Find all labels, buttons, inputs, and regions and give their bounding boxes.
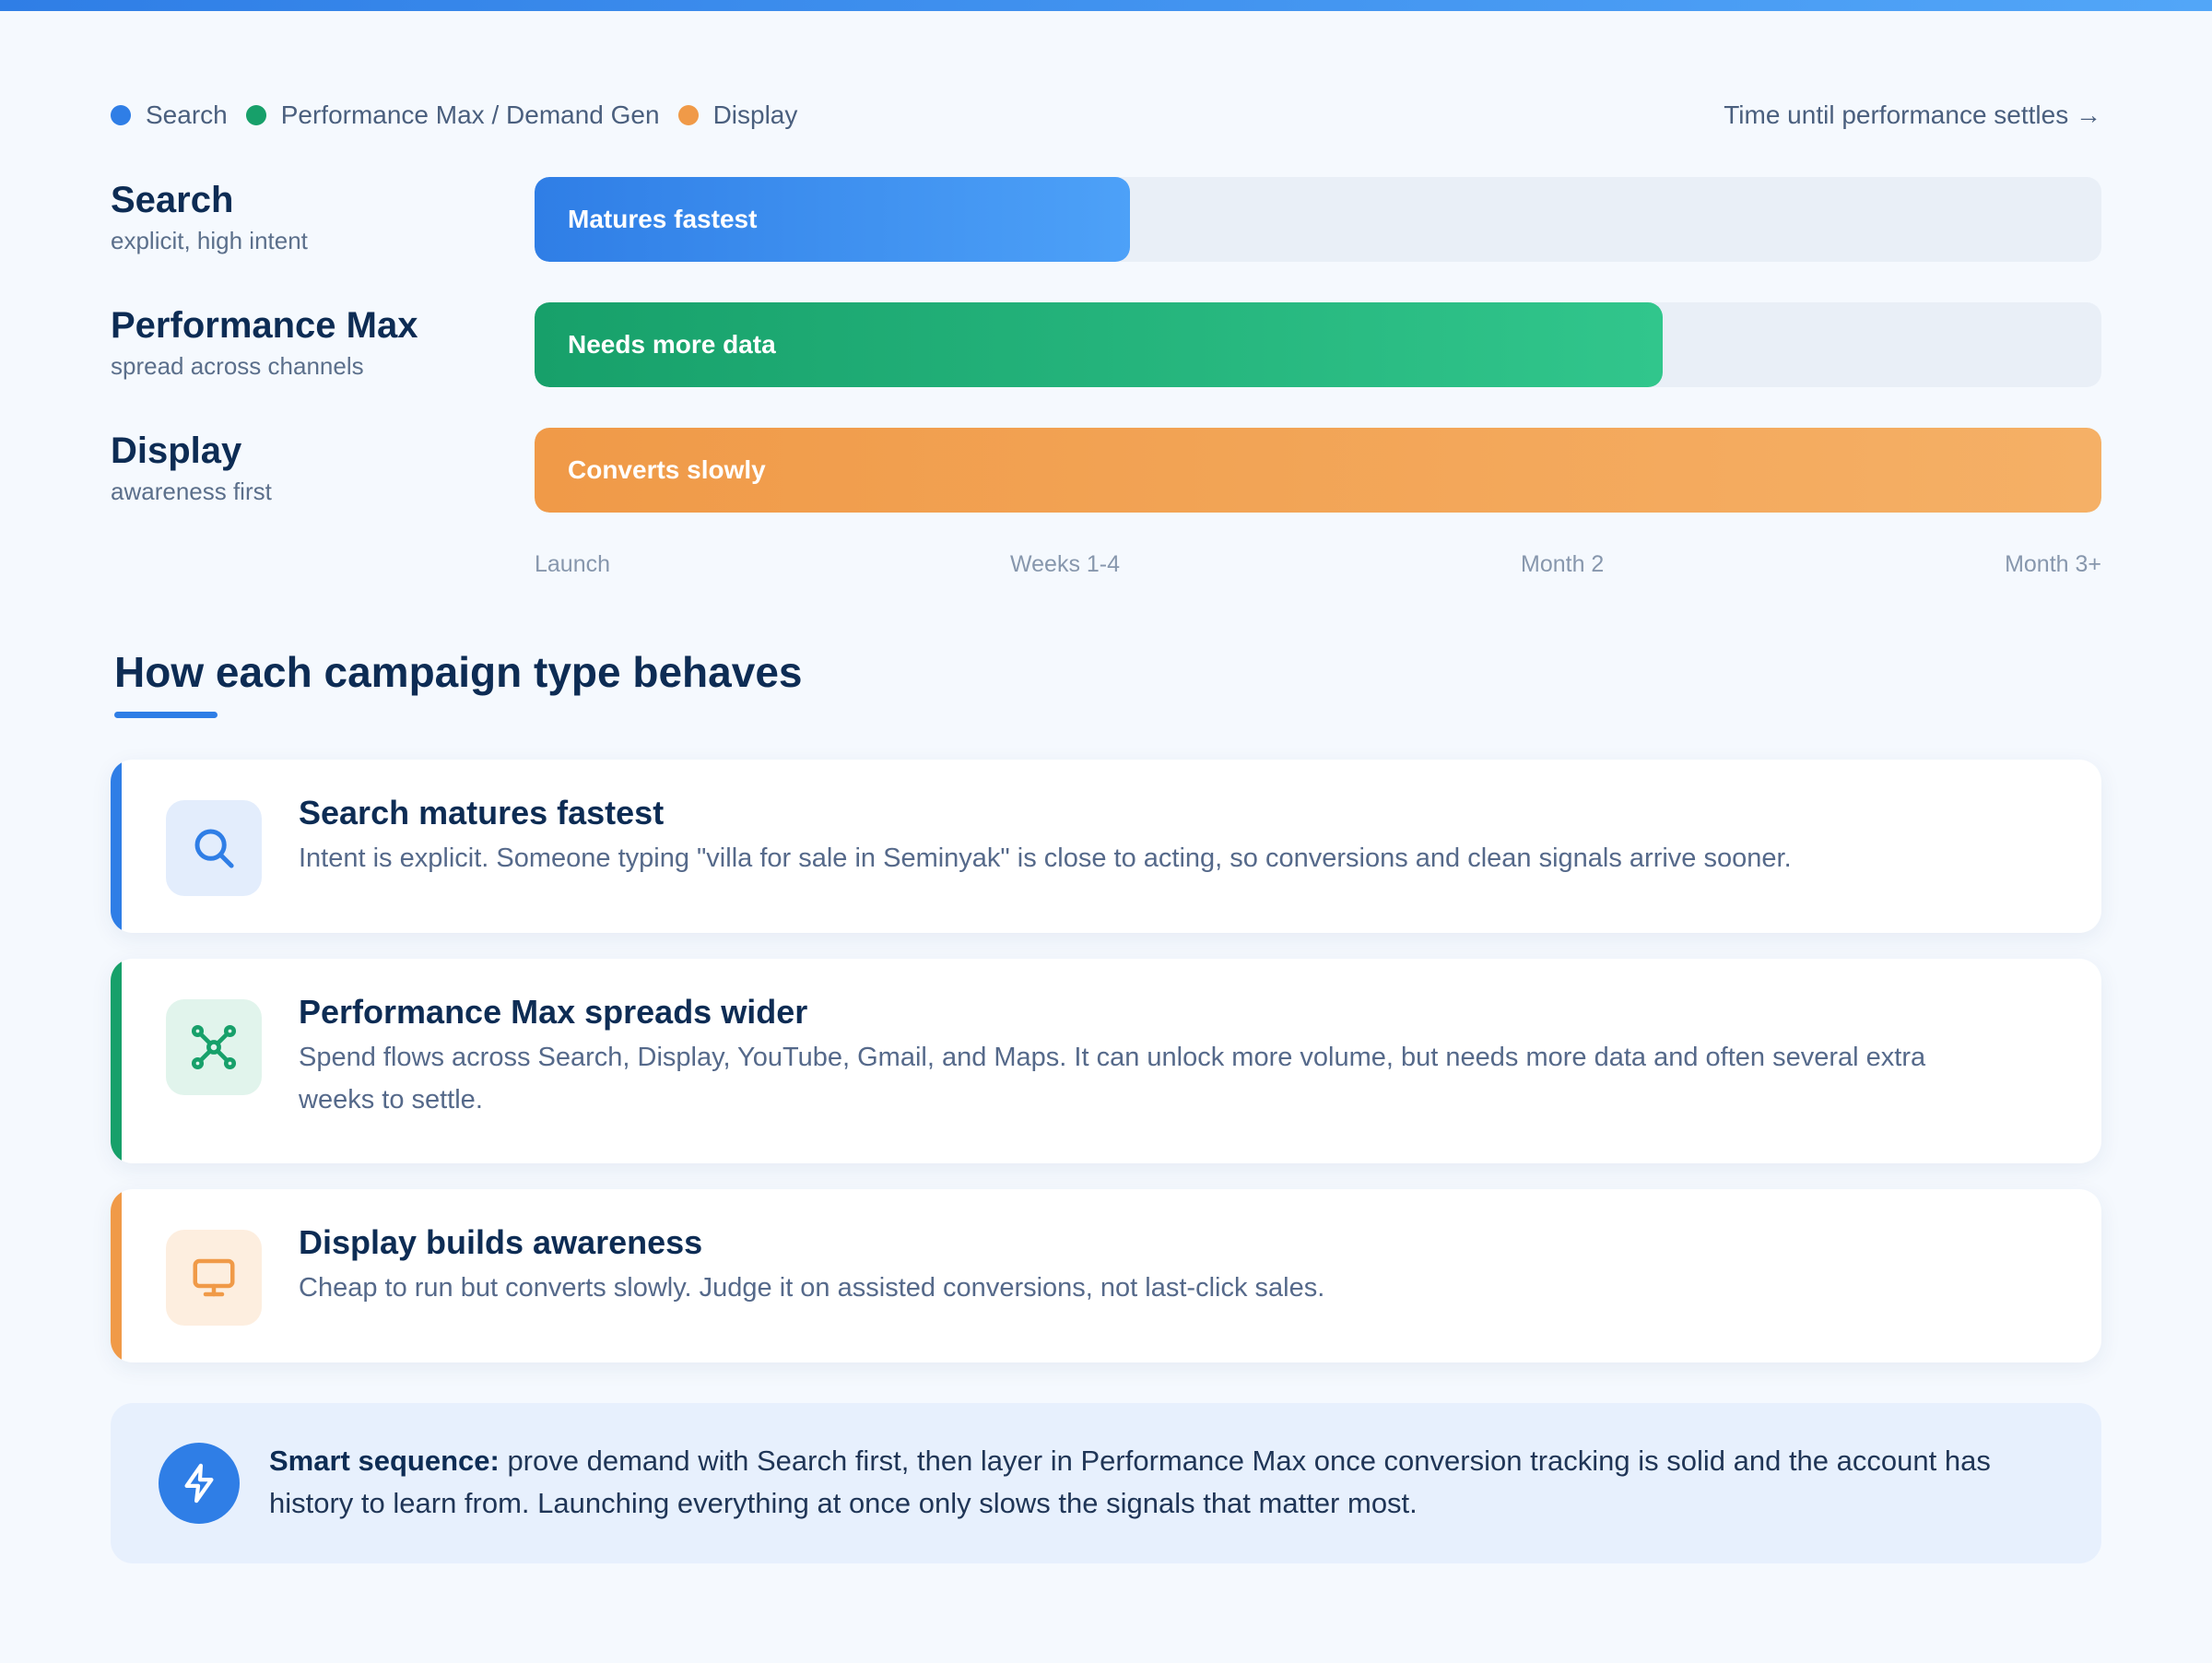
- top-accent-strip: [0, 0, 2212, 11]
- callout-strong: Smart sequence:: [269, 1445, 500, 1477]
- callout-text: Smart sequence: prove demand with Search…: [269, 1440, 2009, 1525]
- card-accent: [111, 760, 122, 933]
- callout-body: prove demand with Search first, then lay…: [269, 1445, 1991, 1519]
- card-body: Search matures fastest Intent is explici…: [299, 793, 2000, 879]
- row-label: Display awareness first: [111, 430, 272, 507]
- row-subtitle: explicit, high intent: [111, 227, 308, 254]
- row-title: Performance Max: [111, 305, 418, 346]
- axis-tick-month2: Month 2: [1521, 551, 1605, 577]
- row-subtitle: spread across channels: [111, 352, 364, 380]
- progress-fill-display: Converts slowly: [535, 428, 2101, 513]
- card-display: Display builds awareness Cheap to run bu…: [111, 1189, 2101, 1362]
- network-icon: [166, 999, 262, 1095]
- row-title: Search: [111, 180, 234, 220]
- legend-label: Performance Max / Demand Gen: [280, 100, 660, 129]
- axis-tick-month3: Month 3+: [2005, 551, 2101, 577]
- card-title: Display builds awareness: [299, 1223, 703, 1261]
- card-text: Intent is explicit. Someone typing "vill…: [299, 843, 1792, 873]
- lightning-icon: [159, 1443, 240, 1524]
- legend: Search Performance Max / Demand Gen Disp…: [111, 100, 816, 131]
- card-title: Performance Max spreads wider: [299, 993, 808, 1031]
- card-search: Search matures fastest Intent is explici…: [111, 760, 2101, 933]
- card-body: Performance Max spreads wider Spend flow…: [299, 992, 2000, 1121]
- card-body: Display builds awareness Cheap to run bu…: [299, 1222, 2000, 1309]
- bar-label: Converts slowly: [568, 455, 766, 484]
- card-pmax: Performance Max spreads wider Spend flow…: [111, 959, 2101, 1163]
- time-axis: Launch Weeks 1-4 Month 2 Month 3+: [535, 551, 2101, 581]
- legend-label: Display: [712, 100, 798, 129]
- row-label: Search explicit, high intent: [111, 179, 308, 256]
- progress-track: Converts slowly: [535, 428, 2101, 513]
- card-accent: [111, 1189, 122, 1362]
- legend-dot-pmax: [245, 105, 266, 125]
- legend-item-pmax: Performance Max / Demand Gen: [245, 100, 660, 130]
- bar-label: Matures fastest: [568, 205, 758, 233]
- row-label: Performance Max spread across channels: [111, 304, 418, 382]
- legend-label: Search: [146, 100, 228, 129]
- row-title: Display: [111, 430, 242, 471]
- axis-tick-weeks: Weeks 1-4: [1010, 551, 1121, 577]
- section-underline: [114, 712, 218, 718]
- card-text: Spend flows across Search, Display, YouT…: [299, 1043, 1926, 1115]
- progress-track: Matures fastest: [535, 177, 2101, 262]
- timeline-row-display: Display awareness first Converts slowly: [0, 428, 2212, 513]
- legend-item-search: Search: [111, 100, 228, 130]
- legend-dot-search: [111, 105, 131, 125]
- progress-track: Needs more data: [535, 302, 2101, 387]
- search-icon: [166, 800, 262, 896]
- progress-fill-search: Matures fastest: [535, 177, 1130, 262]
- card-text: Cheap to run but converts slowly. Judge …: [299, 1273, 1325, 1303]
- monitor-icon: [166, 1230, 262, 1326]
- card-title: Search matures fastest: [299, 794, 665, 832]
- progress-fill-pmax: Needs more data: [535, 302, 1663, 387]
- axis-tick-launch: Launch: [535, 551, 611, 577]
- row-subtitle: awareness first: [111, 478, 272, 505]
- timeline-row-search: Search explicit, high intent Matures fas…: [0, 177, 2212, 262]
- legend-dot-display: [677, 105, 699, 125]
- card-accent: [111, 959, 122, 1163]
- timeline-row-pmax: Performance Max spread across channels N…: [0, 302, 2212, 387]
- bar-label: Needs more data: [568, 330, 776, 359]
- section-title: How each campaign type behaves: [114, 648, 803, 696]
- time-axis-note: Time until performance settles →: [1724, 100, 2101, 129]
- smart-sequence-callout: Smart sequence: prove demand with Search…: [111, 1403, 2101, 1563]
- legend-item-display: Display: [677, 100, 798, 130]
